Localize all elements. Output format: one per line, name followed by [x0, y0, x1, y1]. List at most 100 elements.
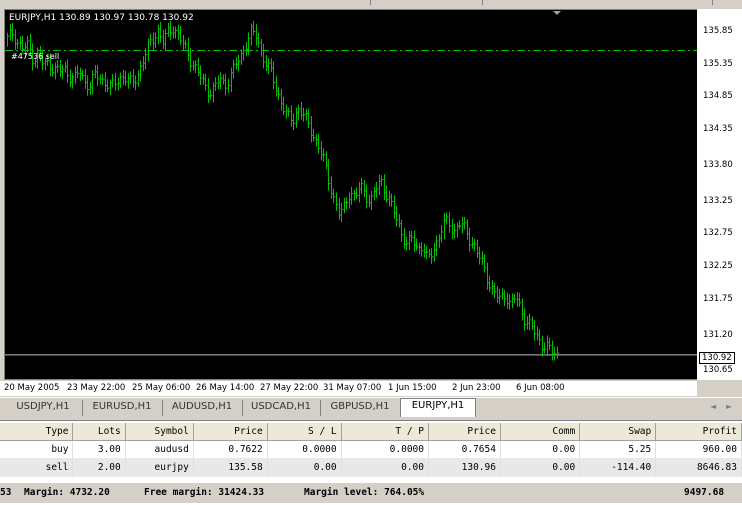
cell-symbol: audusd [125, 440, 194, 459]
price-bar [479, 246, 482, 265]
price-bar [406, 236, 409, 251]
col-lots[interactable]: Lots [72, 423, 126, 441]
price-bar [557, 346, 560, 359]
price-bar [534, 320, 537, 341]
tab-gbpusd-h1[interactable]: GBPUSD,H1 [320, 400, 401, 416]
price-bar [263, 43, 266, 69]
price-bar [288, 107, 291, 117]
price-bar [102, 73, 105, 85]
cell-type: sell [0, 458, 74, 477]
price-bar [464, 216, 467, 230]
col-comm[interactable]: Comm [500, 423, 581, 441]
price-bar [308, 108, 311, 129]
price-bar [449, 212, 452, 233]
price-bar [323, 148, 326, 162]
price-bar [140, 60, 143, 82]
price-bar [205, 73, 208, 91]
price-bar [278, 86, 281, 101]
time-tick: 25 May 06:00 [132, 383, 191, 393]
price-bar [268, 58, 271, 74]
time-tick: 26 May 14:00 [196, 383, 255, 393]
price-bar [190, 47, 193, 73]
cell-comm: 0.00 [500, 440, 581, 459]
price-bar [514, 293, 517, 304]
cell-sl: 0.00 [267, 458, 342, 477]
price-axis: 135.85 135.35 134.85 134.35 133.80 133.2… [697, 9, 742, 380]
price-bar [175, 26, 178, 39]
price-bar [97, 65, 100, 86]
col-current-price[interactable]: Price [428, 423, 501, 441]
tab-eurusd-h1[interactable]: EURUSD,H1 [82, 400, 163, 416]
cell-lots: 2.00 [72, 458, 126, 477]
col-price[interactable]: Price [193, 423, 268, 441]
price-bar [396, 206, 399, 227]
price-bar [376, 182, 379, 198]
cell-current-price: 130.96 [428, 458, 501, 477]
time-tick: 23 May 22:00 [67, 383, 126, 393]
cell-swap: 5.25 [579, 440, 657, 459]
time-tick: 2 Jun 23:00 [452, 383, 501, 393]
price-bar [539, 329, 542, 346]
cell-symbol: eurjpy [125, 458, 194, 477]
price-bar [524, 308, 527, 331]
total-profit-value: 9497.68 [684, 487, 725, 498]
price-bar [160, 22, 163, 43]
col-type[interactable]: Type [0, 423, 74, 441]
price-bar [225, 73, 228, 96]
tab-audusd-h1[interactable]: AUDUSD,H1 [162, 400, 243, 416]
chart-tabs: USDJPY,H1 EURUSD,H1 AUDUSD,H1 USDCAD,H1 … [0, 397, 742, 418]
tab-usdcad-h1[interactable]: USDCAD,H1 [242, 400, 321, 416]
table-row[interactable]: buy 3.00 audusd 0.7622 0.0000 0.0000 0.7… [0, 440, 742, 459]
terminal-panel: Type Lots Symbol Price S / L T / P Price… [0, 420, 742, 505]
table-row[interactable]: sell 2.00 eurjpy 135.58 0.00 0.00 130.96… [0, 458, 742, 477]
time-axis: 20 May 2005 23 May 22:00 25 May 06:00 26… [0, 381, 697, 396]
price-bar [170, 20, 173, 41]
col-tp[interactable]: T / P [341, 423, 430, 441]
cell-price: 0.7622 [193, 440, 268, 459]
price-tick: 135.85 [703, 25, 733, 36]
price-bar [195, 60, 198, 73]
balance-row: 53 Margin: 4732.20 Free margin: 31424.33… [0, 483, 742, 503]
price-tick: 131.75 [703, 293, 733, 304]
chart-canvas [5, 11, 697, 361]
chart-window: EURJPY,H1 130.89 130.97 130.78 130.92 #4… [0, 6, 742, 396]
price-bar [238, 54, 241, 72]
cell-profit: 960.00 [655, 440, 742, 459]
cell-comm: 0.00 [500, 458, 581, 477]
price-bar [356, 187, 359, 199]
price-bar [155, 32, 158, 48]
price-bar [371, 190, 374, 211]
time-tick: 6 Jun 08:00 [516, 383, 565, 393]
price-bar [346, 197, 349, 210]
chart-shift-icon[interactable] [553, 11, 561, 15]
col-profit[interactable]: Profit [655, 423, 742, 441]
price-bar [120, 72, 123, 88]
price-bar [233, 59, 236, 79]
price-bar [135, 75, 138, 91]
tab-usdjpy-h1[interactable]: USDJPY,H1 [4, 400, 83, 416]
scroll-left-icon[interactable]: ◄ [710, 402, 716, 411]
price-bar [519, 292, 522, 308]
tab-eurjpy-h1[interactable]: EURJPY,H1 [400, 398, 476, 417]
cell-type: buy [0, 440, 74, 459]
col-symbol[interactable]: Symbol [125, 423, 194, 441]
price-tick: 133.25 [703, 195, 733, 206]
cell-lots: 3.00 [72, 440, 126, 459]
price-bar [351, 186, 354, 205]
balance-prefix: 53 [0, 487, 12, 498]
price-tick: 132.75 [703, 228, 733, 239]
price-bar [228, 78, 231, 93]
scroll-right-icon[interactable]: ► [726, 402, 732, 411]
time-tick: 1 Jun 15:00 [388, 383, 437, 393]
price-bar [431, 248, 434, 264]
price-bar [499, 288, 502, 305]
price-bar [200, 65, 203, 85]
price-bar [381, 175, 384, 187]
time-tick: 27 May 22:00 [260, 383, 319, 393]
col-swap[interactable]: Swap [579, 423, 657, 441]
col-sl[interactable]: S / L [267, 423, 342, 441]
price-bar [411, 230, 414, 243]
price-bar [115, 72, 118, 91]
table-header-row: Type Lots Symbol Price S / L T / P Price… [0, 423, 742, 441]
price-chart[interactable]: EURJPY,H1 130.89 130.97 130.78 130.92 #4… [4, 9, 698, 380]
